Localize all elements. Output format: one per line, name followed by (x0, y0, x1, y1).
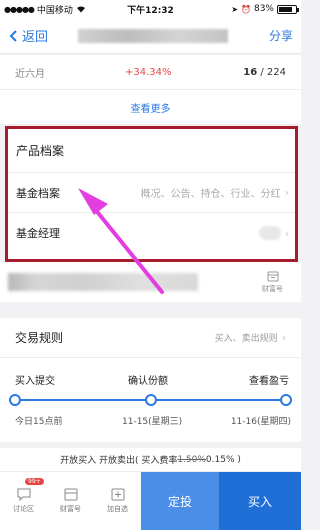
status-time: 下午12:32 (127, 5, 174, 16)
rank-total: / 224 (257, 66, 286, 78)
back-label: 返回 (22, 30, 49, 45)
chevron-left-icon (9, 29, 17, 42)
rules-title: 交易规则 (15, 331, 64, 345)
fund-name-redacted (78, 28, 229, 43)
caifu-link[interactable]: 财富号 (262, 271, 283, 294)
perf-period: 近六月 (15, 68, 45, 80)
battery-fill (279, 6, 293, 12)
store-icon (267, 271, 278, 281)
performance-row: 近六月 +34.34% 16 / 224 (0, 55, 301, 90)
trade-rules-card: 交易规则 买入、卖出规则 › 买入提交 确认份额 查看盈亏 今日15点前 11-… (0, 318, 301, 442)
chevron-right-icon: › (284, 186, 289, 199)
add-watchlist-button[interactable]: 加自选 (94, 472, 141, 530)
battery-icon (277, 4, 299, 14)
product-archive-section: 产品档案 基金档案 概况、公告、持仓、行业、分红 › 基金经理 › (5, 126, 298, 262)
discussion-badge: 99+ (25, 478, 44, 485)
fee-new-rate: 0.15% ) (205, 454, 241, 465)
manager-avatar (258, 226, 281, 240)
status-bar: ●●●●● 中国移动 下午12:32 ➤ ⏰ 83% (0, 0, 301, 18)
fund-archive-label: 基金档案 (16, 186, 60, 200)
fee-old-rate: 1.50% (177, 454, 206, 465)
fee-info: 开放买入 开放卖出( 买入费率 1.50% 0.15% ) (0, 448, 301, 472)
caifu-tool-label: 财富号 (60, 505, 81, 513)
bottom-action-bar: 99+ 讨论区 财富号 加自选 定投 买入 (0, 472, 301, 530)
store-icon (64, 488, 77, 501)
step-node (280, 394, 292, 406)
fund-company-row[interactable]: 财富号 (0, 262, 301, 302)
rules-header[interactable]: 交易规则 买入、卖出规则 › (0, 318, 301, 358)
view-more-link[interactable]: 查看更多 (0, 90, 301, 124)
fund-manager-row[interactable]: 基金经理 › (8, 213, 295, 253)
back-button[interactable]: 返回 (8, 26, 48, 45)
perf-rank: 16 / 224 (243, 67, 286, 78)
step-date: 11-16(星期四) (230, 417, 291, 427)
step-node (145, 394, 157, 406)
share-button[interactable]: 分享 (269, 27, 293, 44)
fund-manager-label: 基金经理 (16, 227, 60, 240)
nav-bar: 返回 分享 (0, 18, 301, 54)
chevron-right-icon: › (284, 226, 289, 240)
step-date: 11-15(星期三) (122, 417, 183, 427)
add-watchlist-label: 加自选 (107, 505, 128, 513)
caifu-label: 财富号 (262, 284, 283, 293)
rules-link[interactable]: 买入、卖出规则 (215, 331, 278, 344)
auto-invest-button[interactable]: 定投 (141, 472, 219, 530)
discussion-button[interactable]: 99+ 讨论区 (0, 472, 47, 530)
step-date: 今日15点前 (15, 417, 63, 427)
chat-icon (17, 488, 30, 501)
step-label: 确认份额 (128, 376, 168, 387)
discussion-label: 讨论区 (13, 505, 34, 513)
rank-value: 16 (243, 66, 258, 78)
step-node (9, 394, 21, 406)
company-name-redacted (8, 273, 198, 291)
chevron-right-icon: › (281, 331, 286, 344)
trade-steps: 买入提交 确认份额 查看盈亏 今日15点前 11-15(星期三) 11-16(星… (0, 358, 301, 442)
fund-archive-desc: 概况、公告、持仓、行业、分红 (140, 189, 281, 200)
fund-archive-row[interactable]: 基金档案 概况、公告、持仓、行业、分红 › (8, 173, 295, 213)
step-label: 查看盈亏 (249, 376, 289, 387)
buy-button[interactable]: 买入 (219, 472, 301, 530)
perf-change: +34.34% (125, 66, 172, 78)
caifu-button[interactable]: 财富号 (47, 472, 94, 530)
fee-prefix: 开放买入 开放卖出( 买入费率 (60, 456, 178, 466)
archive-title: 产品档案 (8, 129, 295, 173)
step-label: 买入提交 (15, 376, 55, 387)
plus-square-icon (111, 488, 124, 501)
